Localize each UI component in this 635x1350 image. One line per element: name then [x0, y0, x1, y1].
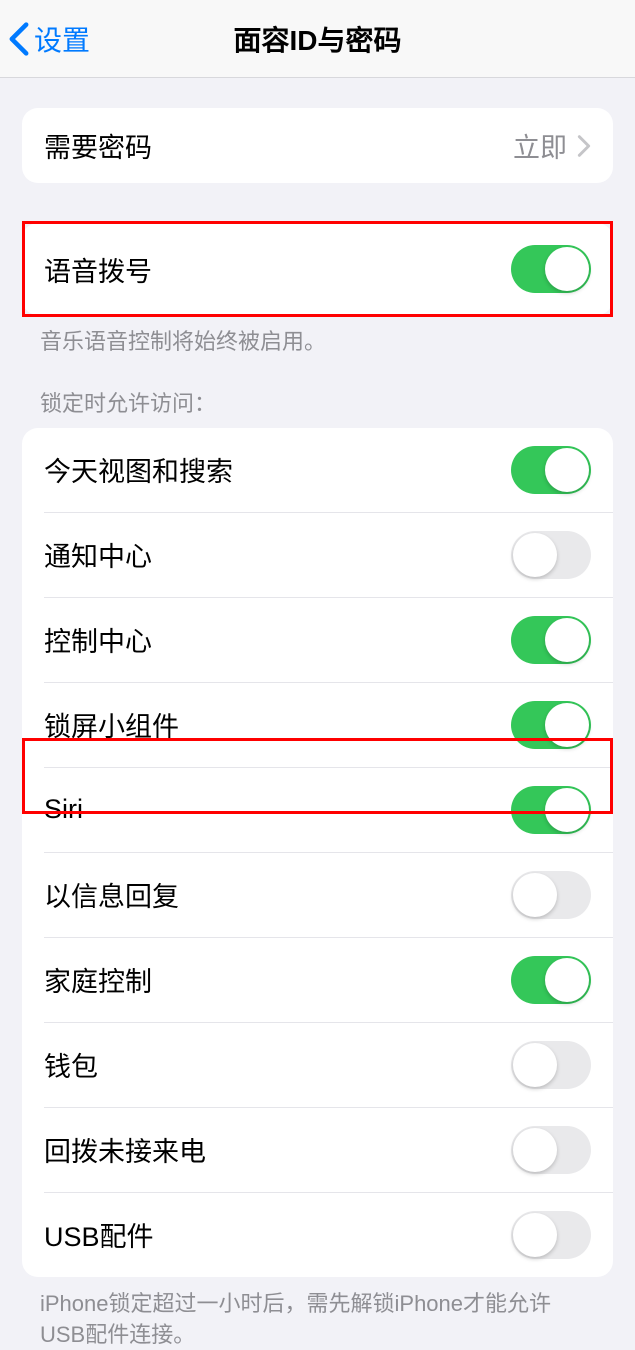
toggle-lock-access-item[interactable]: [511, 701, 591, 749]
chevron-left-icon: [8, 21, 30, 57]
row-lock-access-item: 回拨未接来电: [44, 1107, 613, 1192]
back-button[interactable]: 设置: [8, 19, 90, 59]
lock-access-item-label: 钱包: [44, 1045, 511, 1084]
page-title: 面容ID与密码: [233, 19, 401, 59]
toggle-lock-access-item[interactable]: [511, 1126, 591, 1174]
header-bar: 设置 面容ID与密码: [0, 0, 635, 78]
voice-dial-footer: 音乐语音控制将始终被启用。: [40, 327, 595, 358]
toggle-lock-access-item[interactable]: [511, 1211, 591, 1259]
lock-access-footer: iPhone锁定超过一小时后，需先解锁iPhone才能允许USB配件连接。: [40, 1289, 595, 1350]
toggle-lock-access-item[interactable]: [511, 1041, 591, 1089]
lock-access-item-label: 回拨未接来电: [44, 1130, 511, 1169]
voice-dial-label: 语音拨号: [44, 250, 511, 289]
lock-access-item-label: USB配件: [44, 1215, 511, 1254]
lock-access-item-label: 锁屏小组件: [44, 705, 511, 744]
toggle-lock-access-item[interactable]: [511, 786, 591, 834]
lock-access-item-label: 以信息回复: [44, 875, 511, 914]
row-lock-access-item: 以信息回复: [44, 852, 613, 937]
row-require-passcode[interactable]: 需要密码 立即: [22, 108, 613, 183]
toggle-voice-dial[interactable]: [511, 245, 591, 293]
row-lock-access-item: 今天视图和搜索: [22, 428, 613, 512]
toggle-lock-access-item[interactable]: [511, 616, 591, 664]
lock-access-item-label: Siri: [44, 794, 511, 825]
toggle-lock-access-item[interactable]: [511, 956, 591, 1004]
toggle-lock-access-item[interactable]: [511, 531, 591, 579]
group-lock-access: 今天视图和搜索通知中心控制中心锁屏小组件 Siri 以信息回复家庭控制钱包回拨未接来…: [22, 428, 613, 1277]
toggle-lock-access-item[interactable]: [511, 871, 591, 919]
row-lock-access-item: 家庭控制: [44, 937, 613, 1022]
row-lock-access-item: 控制中心: [44, 597, 613, 682]
lock-access-item-label: 通知中心: [44, 535, 511, 574]
lock-access-item-label: 家庭控制: [44, 960, 511, 999]
lock-access-header: 锁定时允许访问：: [40, 386, 595, 418]
lock-access-item-label: 今天视图和搜索: [44, 450, 511, 489]
group-voice-dial: 语音拨号: [22, 223, 613, 315]
content-area: 需要密码 立即 语音拨号 音乐语音控制将始终被启用。 锁定时允许访问： 今天视图…: [0, 78, 635, 1350]
row-lock-access-item: 钱包: [44, 1022, 613, 1107]
toggle-lock-access-item[interactable]: [511, 446, 591, 494]
row-lock-access-item: 通知中心: [44, 512, 613, 597]
row-lock-access-item: Siri: [44, 767, 613, 852]
row-lock-access-item: USB配件: [44, 1192, 613, 1277]
chevron-right-icon: [577, 134, 591, 158]
lock-access-item-label: 控制中心: [44, 620, 511, 659]
row-lock-access-item: 锁屏小组件: [44, 682, 613, 767]
row-voice-dial: 语音拨号: [22, 223, 613, 315]
back-label: 设置: [34, 19, 90, 59]
require-passcode-label: 需要密码: [44, 126, 513, 165]
group-require-passcode: 需要密码 立即: [22, 108, 613, 183]
require-passcode-value: 立即: [513, 126, 567, 165]
